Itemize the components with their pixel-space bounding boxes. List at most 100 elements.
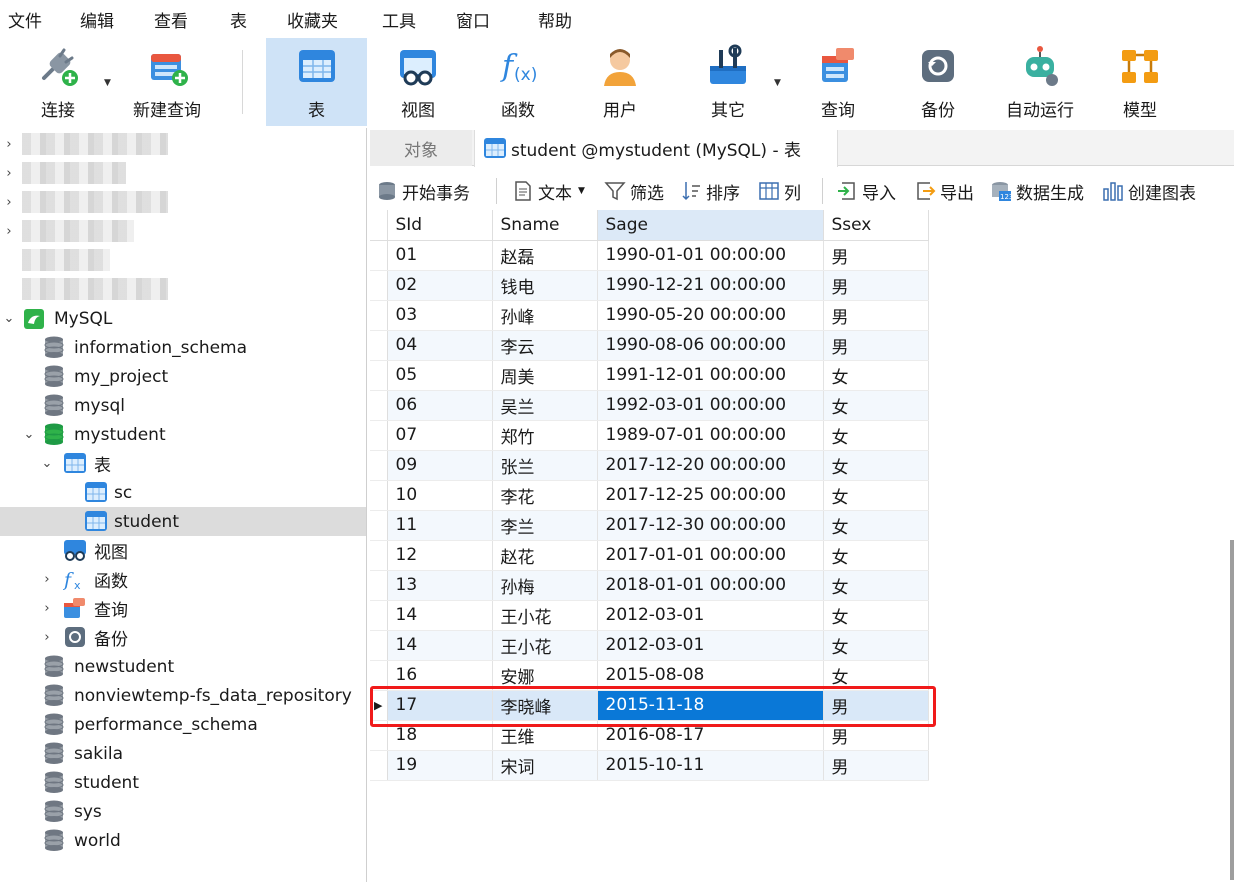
grid-cell[interactable]: 11 [387,510,493,541]
table-row[interactable]: 09 张兰 2017-12-20 00:00:00 女 [370,450,929,481]
tree-row-mysql-connection[interactable]: ⌄ MySQL [0,304,366,333]
grid-cell[interactable]: 01 [387,240,493,271]
table-row[interactable]: 19 宋词 2015-10-11 男 [370,750,929,781]
table-row[interactable]: 02 钱电 1990-12-21 00:00:00 男 [370,270,929,301]
grid-cell[interactable]: 14 [387,600,493,631]
row-indicator[interactable] [370,390,388,421]
grid-cell[interactable]: 张兰 [492,450,598,481]
grid-cell[interactable]: 2012-03-01 [597,600,824,631]
menu-favorites[interactable]: 收藏夹 [287,7,338,32]
grid-cell[interactable]: 2018-01-01 00:00:00 [597,570,824,601]
grid-cell[interactable]: 女 [823,600,929,631]
grid-cell[interactable]: 1990-05-20 00:00:00 [597,300,824,331]
grid-cell[interactable]: 1990-08-06 00:00:00 [597,330,824,361]
menu-help[interactable]: 帮助 [538,7,572,32]
column-header[interactable]: Sname [492,210,598,241]
table-row[interactable]: 05 周美 1991-12-01 00:00:00 女 [370,360,929,391]
row-indicator[interactable] [370,630,388,661]
grid-cell[interactable]: 2017-12-25 00:00:00 [597,480,824,511]
grid-cell[interactable]: 男 [823,240,929,271]
tree-row-table-sc[interactable]: sc [0,478,366,507]
new-query-button[interactable]: 新建查询 [126,38,208,126]
grid-cell[interactable]: 14 [387,630,493,661]
tree-row-queries-group[interactable]: › 查询 [0,594,366,623]
grid-cell[interactable]: 吴兰 [492,390,598,421]
grid-cell[interactable]: 孙梅 [492,570,598,601]
grid-cell[interactable]: 2012-03-01 [597,630,824,661]
grid-cell[interactable]: 女 [823,450,929,481]
menu-edit[interactable]: 编辑 [80,7,114,32]
grid-cell[interactable]: 2015-10-11 [597,750,824,781]
row-indicator[interactable] [370,570,388,601]
tree-row-database[interactable]: mysql [0,391,366,420]
tree-row-hidden-connection[interactable]: › [0,159,366,188]
grid-cell[interactable]: 1990-01-01 00:00:00 [597,240,824,271]
function-button[interactable]: f (x) 函数 [482,38,554,126]
grid-cell[interactable]: 周美 [492,360,598,391]
grid-cell[interactable]: 13 [387,570,493,601]
grid-cell[interactable]: 03 [387,300,493,331]
connect-button[interactable]: 连接 [20,38,96,126]
row-indicator[interactable] [370,750,388,781]
grid-cell[interactable]: 女 [823,420,929,451]
grid-cell[interactable]: 李花 [492,480,598,511]
column-header[interactable]: SId [387,210,493,241]
grid-cell[interactable]: 女 [823,510,929,541]
row-indicator[interactable] [370,420,388,451]
tree-row-database[interactable]: information_schema [0,333,366,362]
tree-row-database[interactable]: nonviewtemp-fs_data_repository [0,681,366,710]
grid-cell[interactable]: 2017-12-30 00:00:00 [597,510,824,541]
table-row[interactable]: 04 李云 1990-08-06 00:00:00 男 [370,330,929,361]
grid-cell[interactable]: 李云 [492,330,598,361]
tree-row-table-student[interactable]: student [0,507,366,536]
table-row[interactable]: 01 赵磊 1990-01-01 00:00:00 男 [370,240,929,271]
row-indicator[interactable] [370,600,388,631]
grid-cell[interactable]: 女 [823,570,929,601]
table-row[interactable]: 06 吴兰 1992-03-01 00:00:00 女 [370,390,929,421]
table-row[interactable]: 07 郑竹 1989-07-01 00:00:00 女 [370,420,929,451]
tree-row-views-group[interactable]: 视图 [0,536,366,565]
model-button[interactable]: 模型 [1104,38,1176,126]
table-row[interactable]: 03 孙峰 1990-05-20 00:00:00 男 [370,300,929,331]
table-row[interactable]: 10 李花 2017-12-25 00:00:00 女 [370,480,929,511]
tree-row-tables-group[interactable]: ⌄ 表 [0,449,366,478]
row-indicator[interactable] [370,360,388,391]
table-button[interactable]: 表 [266,38,367,126]
tree-row-hidden-connection[interactable] [0,275,366,304]
menu-file[interactable]: 文件 [8,7,42,32]
grid-cell[interactable]: 郑竹 [492,420,598,451]
menu-tools[interactable]: 工具 [382,7,416,32]
grid-cell[interactable]: 女 [823,360,929,391]
table-row[interactable]: 11 李兰 2017-12-30 00:00:00 女 [370,510,929,541]
filter-button[interactable]: 筛选 [604,178,664,204]
tab-objects[interactable]: 对象 [370,130,472,166]
tree-row-database[interactable]: my_project [0,362,366,391]
grid-cell[interactable]: 05 [387,360,493,391]
sidebar-divider[interactable] [366,128,367,882]
tree-row-backups-group[interactable]: › 备份 [0,623,366,652]
row-indicator[interactable] [370,270,388,301]
grid-cell[interactable]: 王小花 [492,600,598,631]
grid-cell[interactable]: 2017-12-20 00:00:00 [597,450,824,481]
columns-button[interactable]: 列 [758,178,801,204]
tree-row-hidden-connection[interactable]: › [0,188,366,217]
tree-row-database[interactable]: performance_schema [0,710,366,739]
menu-view[interactable]: 查看 [154,7,188,32]
table-row[interactable]: 12 赵花 2017-01-01 00:00:00 女 [370,540,929,571]
tree-row-database[interactable]: student [0,768,366,797]
grid-cell[interactable]: 女 [823,480,929,511]
grid-cell[interactable]: 男 [823,750,929,781]
grid-cell[interactable]: 男 [823,300,929,331]
grid-cell[interactable]: 王小花 [492,630,598,661]
row-indicator[interactable] [370,510,388,541]
tree-row-database-mystudent[interactable]: ⌄ mystudent [0,420,366,449]
table-row[interactable]: 13 孙梅 2018-01-01 00:00:00 女 [370,570,929,601]
grid-cell[interactable]: 女 [823,630,929,661]
tree-row-database[interactable]: newstudent [0,652,366,681]
export-button[interactable]: 导出 [914,178,974,204]
automation-button[interactable]: 自动运行 [998,38,1082,126]
connect-dropdown-icon[interactable]: ▼ [104,78,111,88]
grid-cell[interactable]: 女 [823,390,929,421]
row-indicator[interactable] [370,240,388,271]
column-header[interactable]: Ssex [823,210,929,241]
